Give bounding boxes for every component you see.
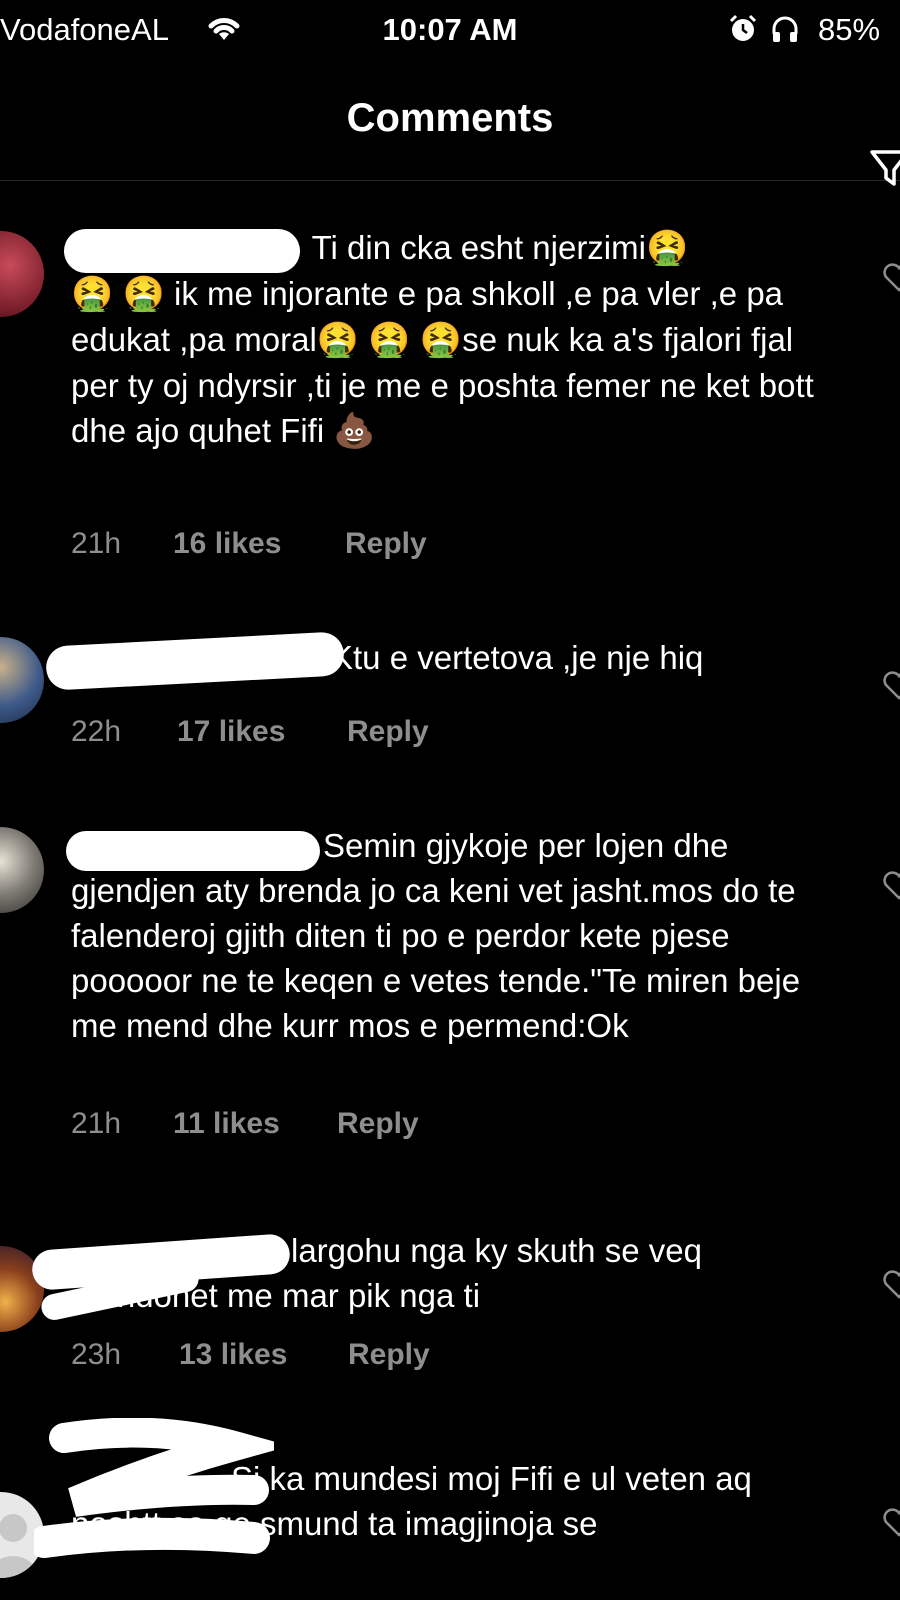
comment-text-part: Si ka mundesi moj Fifi e ul veten aq pos… xyxy=(71,1460,752,1542)
headphones-icon xyxy=(772,16,798,42)
vomit-emoji: 🤮 xyxy=(71,274,114,314)
comment-likes[interactable]: 17 likes xyxy=(177,715,285,749)
comment-text: Ti din cka esht njerzimi🤮 🤮 🤮 ik me injo… xyxy=(71,225,831,454)
reply-button[interactable]: Reply xyxy=(345,527,427,561)
comment-likes[interactable]: 13 likes xyxy=(179,1338,287,1372)
heart-icon[interactable] xyxy=(882,869,900,901)
poop-emoji: 💩 xyxy=(333,411,376,451)
battery-percentage: 85% xyxy=(818,12,881,47)
vomit-emoji: 🤮 xyxy=(645,228,689,268)
vomit-emoji: 🤮 xyxy=(368,320,411,360)
status-bar: VodafoneAL 10:07 AM 85% xyxy=(0,0,900,60)
avatar[interactable] xyxy=(0,827,44,913)
page-title: Comments xyxy=(346,96,554,140)
comment-text: largohu nga ky skuth se veq mundohet me … xyxy=(71,1228,831,1318)
comment-text-part: Ti din cka esht njerzimi xyxy=(303,229,646,266)
comment-text-part: Ktu e vertetova ,je nje hiq xyxy=(331,639,704,676)
comments-header: Comments xyxy=(0,62,900,186)
comment-text-part: Semin gjykoje per lojen dhe gjendjen aty… xyxy=(71,827,801,1044)
comment-likes[interactable]: 11 likes xyxy=(173,1107,280,1141)
reply-button[interactable]: Reply xyxy=(337,1107,419,1141)
alarm-icon xyxy=(729,14,757,41)
comment-time: 22h xyxy=(71,715,122,748)
comment-time: 23h xyxy=(71,1338,122,1371)
comment-text-part: largohu nga ky skuth se veq mundohet me … xyxy=(71,1232,702,1314)
comment-time: 21h xyxy=(71,1107,122,1140)
vomit-emoji: 🤮 xyxy=(419,320,463,360)
comment-time: 21h xyxy=(71,527,122,560)
avatar[interactable] xyxy=(0,231,44,317)
reply-button[interactable]: Reply xyxy=(347,715,429,749)
comment-text: Ktu e vertetova ,je nje hiq xyxy=(71,635,831,680)
heart-icon[interactable] xyxy=(882,261,900,293)
comment-text: Semin gjykoje per lojen dhe gjendjen aty… xyxy=(71,823,831,1048)
comment-text: Si ka mundesi moj Fifi e ul veten aq pos… xyxy=(71,1456,831,1546)
avatar[interactable] xyxy=(0,637,44,723)
filter-icon[interactable] xyxy=(870,148,900,188)
vomit-emoji: 🤮 xyxy=(122,274,165,314)
status-time: 10:07 AM xyxy=(382,12,518,47)
comment-likes[interactable]: 16 likes xyxy=(173,527,281,561)
heart-icon[interactable] xyxy=(882,1506,900,1538)
reply-button[interactable]: Reply xyxy=(348,1338,430,1372)
heart-icon[interactable] xyxy=(882,1268,900,1300)
vomit-emoji: 🤮 xyxy=(316,320,360,360)
heart-icon[interactable] xyxy=(882,669,900,701)
